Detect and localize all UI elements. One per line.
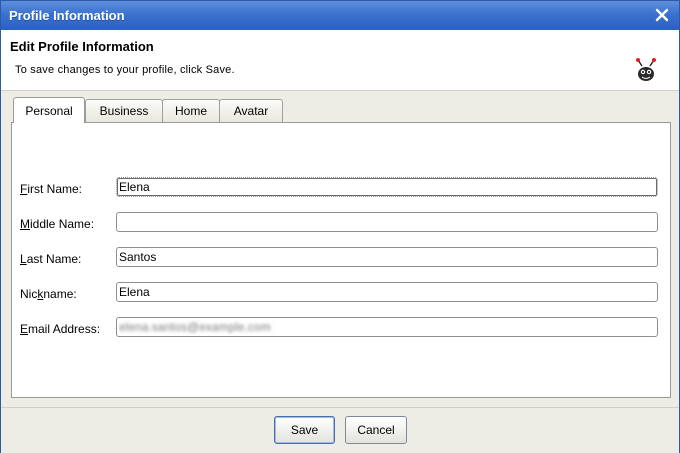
- nickname-row: Nickname:: [12, 282, 670, 306]
- cancel-button[interactable]: Cancel: [345, 416, 407, 444]
- first-name-label: First Name:: [20, 182, 83, 196]
- tab-business[interactable]: Business: [85, 99, 163, 122]
- save-button[interactable]: Save: [274, 416, 335, 444]
- header-subtitle: To save changes to your profile, click S…: [15, 64, 235, 76]
- first-name-field[interactable]: [116, 177, 658, 197]
- email-row: Email Address:: [12, 317, 670, 341]
- close-icon[interactable]: [653, 6, 671, 24]
- middle-name-label: Middle Name:: [20, 217, 95, 231]
- bug-mascot-icon: [636, 58, 656, 81]
- window-title: Profile Information: [9, 8, 125, 23]
- dialog-footer: Save Cancel: [1, 407, 679, 453]
- dialog-header: Edit Profile Information To save changes…: [1, 30, 679, 91]
- last-name-field[interactable]: [116, 247, 658, 267]
- email-label: Email Address:: [20, 322, 101, 336]
- title-bar[interactable]: Profile Information: [1, 1, 679, 30]
- personal-tab-panel: First Name: Middle Name: Last Name: Nick…: [11, 122, 671, 398]
- nickname-field[interactable]: [116, 282, 658, 302]
- middle-name-field[interactable]: [116, 212, 658, 232]
- first-name-row: First Name:: [12, 177, 670, 201]
- tab-label: Personal: [25, 103, 73, 118]
- last-name-row: Last Name:: [12, 247, 670, 271]
- last-name-label: Last Name:: [20, 252, 82, 266]
- tab-personal[interactable]: Personal: [13, 97, 85, 123]
- header-title: Edit Profile Information: [10, 39, 154, 54]
- tab-strip: Personal Business Home Avatar: [11, 97, 671, 123]
- tab-label: Business: [99, 104, 149, 118]
- middle-name-row: Middle Name:: [12, 212, 670, 236]
- tab-label: Avatar: [233, 104, 269, 118]
- email-field[interactable]: [116, 317, 658, 337]
- nickname-label: Nickname:: [20, 287, 77, 301]
- tab-avatar[interactable]: Avatar: [219, 99, 283, 122]
- tab-label: Home: [174, 104, 207, 118]
- tab-home[interactable]: Home: [162, 99, 220, 122]
- profile-dialog: Profile Information Edit Profile Informa…: [0, 0, 680, 453]
